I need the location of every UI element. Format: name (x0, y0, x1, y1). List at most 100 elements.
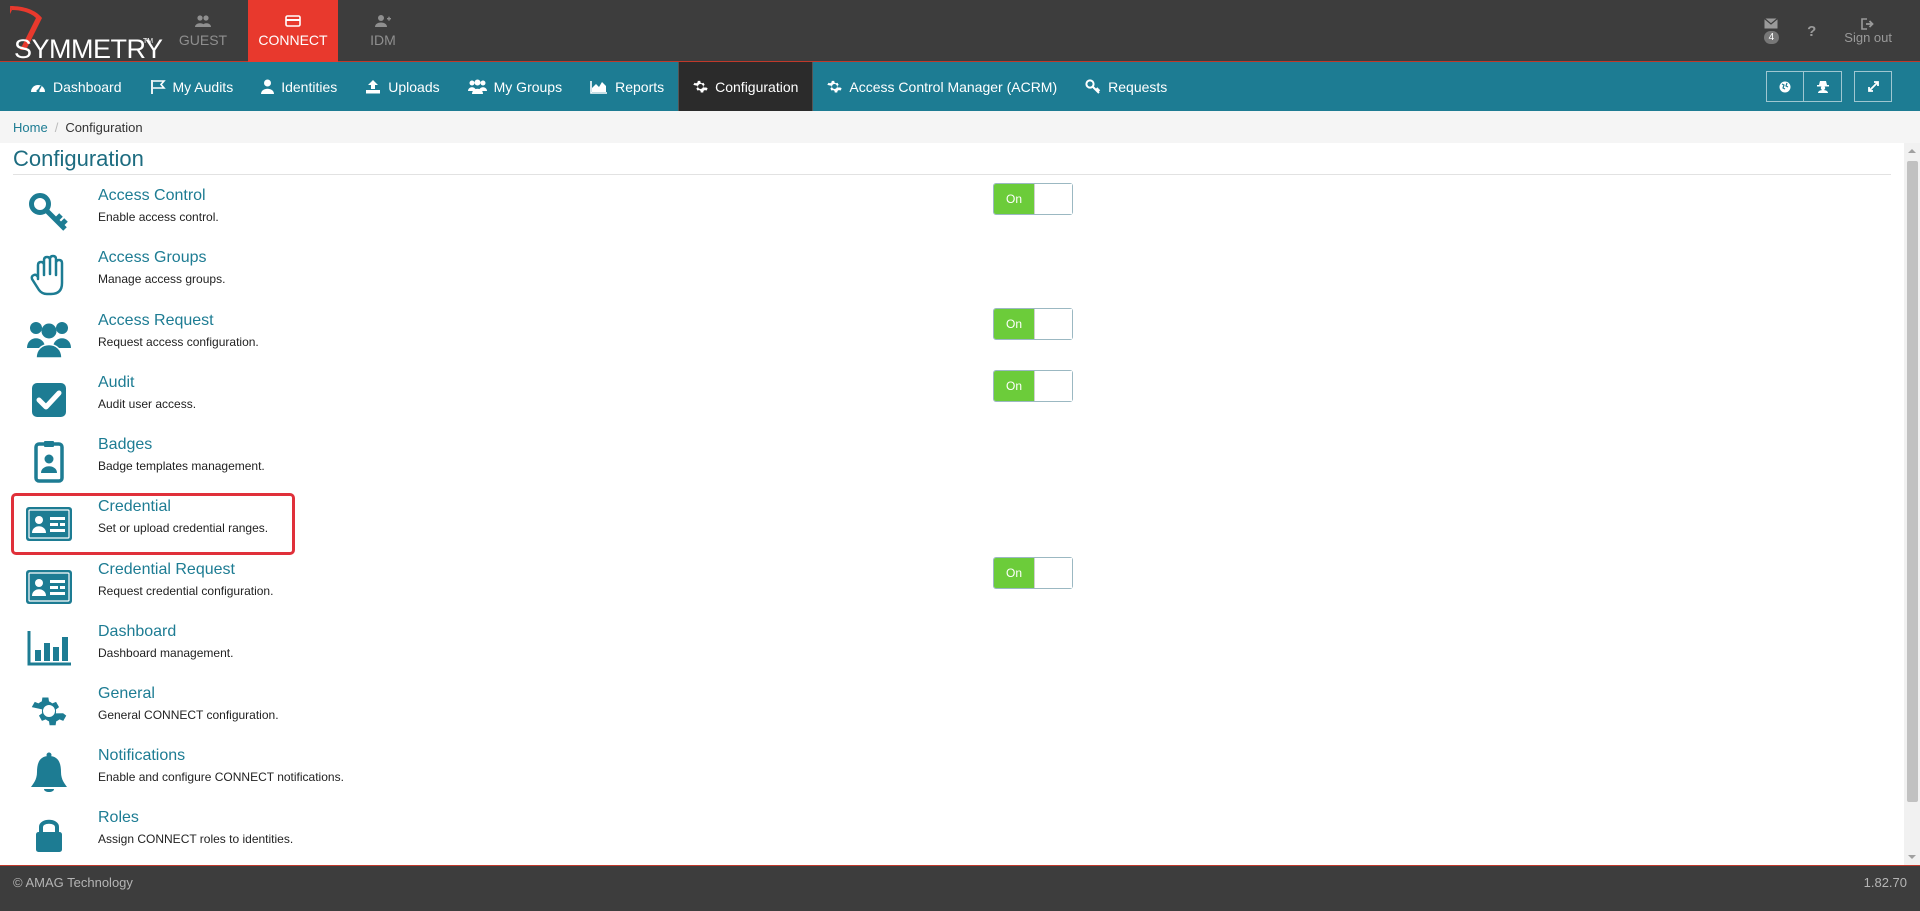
config-item-dashboard[interactable]: Dashboard Dashboard management. (13, 619, 293, 677)
card-icon (285, 15, 301, 27)
config-item-title[interactable]: Badges (98, 436, 152, 454)
nav-my-audits[interactable]: My Audits (136, 62, 248, 111)
scroll-up-arrow-icon[interactable] (1904, 143, 1920, 159)
help-button[interactable]: ? (1807, 23, 1816, 40)
user-secret-icon (1816, 81, 1829, 93)
top-right-actions: 4 ? Sign out (1763, 0, 1920, 62)
user-icon (261, 79, 275, 94)
group-icon (467, 79, 487, 94)
messages-button[interactable]: 4 (1763, 18, 1780, 44)
access-control-toggle[interactable]: On (993, 183, 1073, 215)
config-item-desc: Audit user access. (98, 397, 197, 411)
scroll-down-arrow-icon[interactable] (1904, 849, 1920, 865)
config-item-title[interactable]: Credential Request (98, 561, 235, 579)
nav-my-groups[interactable]: My Groups (454, 62, 576, 111)
footer-version: 1.82.70 (1863, 875, 1907, 890)
app-tab-guest[interactable]: GUEST (158, 0, 248, 62)
toggle-knob (1034, 309, 1072, 339)
config-item-desc: Dashboard management. (98, 646, 234, 660)
nav-uploads[interactable]: Uploads (351, 62, 453, 111)
key-icon (25, 189, 73, 237)
access-request-toggle[interactable]: On (993, 308, 1073, 340)
toggle-knob (1034, 558, 1072, 588)
top-bar: SYMMETRY TM GUEST CONNECT IDM 4 ? Sign o… (0, 0, 1920, 64)
nav-label: My Groups (493, 78, 563, 95)
vertical-scrollbar[interactable] (1904, 143, 1920, 865)
config-item-badges[interactable]: Badges Badge templates management. (13, 432, 293, 490)
app-tab-label: GUEST (178, 32, 228, 48)
envelope-icon (1764, 18, 1779, 29)
toggle-on-label: On (994, 558, 1034, 588)
signout-button[interactable]: Sign out (1844, 17, 1892, 45)
page-title: Configuration (13, 146, 144, 171)
config-item-roles[interactable]: Roles Assign CONNECT roles to identities… (13, 805, 293, 863)
lock-icon (25, 811, 73, 859)
signout-label: Sign out (1844, 29, 1892, 45)
user-secret-button[interactable] (1804, 71, 1842, 102)
logo-trademark: TM (143, 38, 154, 45)
nav-acrm[interactable]: Access Control Manager (ACRM) (813, 62, 1071, 111)
footer: © AMAG Technology 1.82.70 (0, 865, 1920, 911)
app-tab-idm[interactable]: IDM (338, 0, 428, 62)
config-item-desc: Set or upload credential ranges. (98, 521, 269, 535)
config-item-credential[interactable]: Credential Set or upload credential rang… (11, 493, 295, 555)
id-card-icon (25, 563, 73, 611)
symmetry-logo[interactable]: SYMMETRY TM (6, 4, 163, 64)
config-item-access-request[interactable]: Access Request Request access configurat… (13, 308, 293, 366)
gear-icon (693, 80, 708, 93)
area-chart-icon (590, 80, 608, 94)
app-tab-connect[interactable]: CONNECT (248, 0, 338, 62)
config-item-title[interactable]: Access Control (98, 187, 206, 205)
config-item-audit[interactable]: Audit Audit user access. (13, 370, 293, 428)
config-item-general[interactable]: General General CONNECT configuration. (13, 681, 293, 739)
config-item-desc: Badge templates management. (98, 459, 265, 473)
config-item-title[interactable]: Credential (98, 498, 171, 516)
globe-button[interactable] (1766, 71, 1804, 102)
scrollbar-thumb[interactable] (1907, 161, 1918, 802)
upload-icon (366, 80, 381, 94)
nav-requests[interactable]: Requests (1071, 62, 1181, 111)
nav-identities[interactable]: Identities (247, 62, 351, 111)
main-nav: Dashboard My Audits Identities Uploads M… (0, 62, 1920, 111)
credential-request-toggle[interactable]: On (993, 557, 1073, 589)
config-item-access-groups[interactable]: Access Groups Manage access groups. (13, 245, 293, 303)
nav-items: Dashboard My Audits Identities Uploads M… (16, 62, 1181, 111)
audit-toggle[interactable]: On (993, 370, 1073, 402)
config-item-notifications[interactable]: Notifications Enable and configure CONNE… (13, 743, 344, 801)
bar-chart-icon (25, 625, 73, 673)
breadcrumb: Home / Configuration (0, 111, 1920, 143)
config-item-desc: Manage access groups. (98, 272, 226, 286)
nav-label: Requests (1108, 78, 1168, 95)
config-item-title[interactable]: Dashboard (98, 623, 176, 641)
config-item-title[interactable]: Access Request (98, 312, 214, 330)
users-icon (195, 15, 211, 27)
globe-icon (1779, 81, 1791, 92)
config-item-desc: Request credential configuration. (98, 584, 274, 598)
toggle-knob (1034, 184, 1072, 214)
nav-configuration[interactable]: Configuration (678, 62, 814, 111)
config-item-title[interactable]: Audit (98, 374, 134, 392)
message-count-badge: 4 (1763, 31, 1780, 44)
config-item-access-control[interactable]: Access Control Enable access control. (13, 183, 293, 241)
nav-dashboard[interactable]: Dashboard (16, 62, 136, 111)
app-tab-label: CONNECT (258, 32, 328, 48)
hand-icon (25, 251, 73, 299)
key-icon (1085, 79, 1101, 94)
gear-icon (827, 80, 843, 93)
breadcrumb-separator: / (54, 119, 59, 135)
bell-icon (25, 749, 73, 797)
title-divider (13, 174, 1891, 175)
config-item-title[interactable]: General (98, 685, 155, 703)
config-item-title[interactable]: Access Groups (98, 249, 206, 267)
config-item-title[interactable]: Notifications (98, 747, 185, 765)
people-icon (25, 314, 73, 362)
fullscreen-button[interactable] (1854, 71, 1892, 102)
main-content: Configuration Access Control Enable acce… (0, 143, 1904, 865)
config-item-desc: Enable access control. (98, 210, 219, 224)
config-item-credential-request[interactable]: Credential Request Request credential co… (13, 557, 293, 615)
config-item-title[interactable]: Roles (98, 809, 139, 827)
breadcrumb-home[interactable]: Home (13, 120, 48, 135)
nav-label: Dashboard (53, 78, 122, 95)
nav-reports[interactable]: Reports (576, 62, 678, 111)
expand-icon (1867, 81, 1879, 92)
